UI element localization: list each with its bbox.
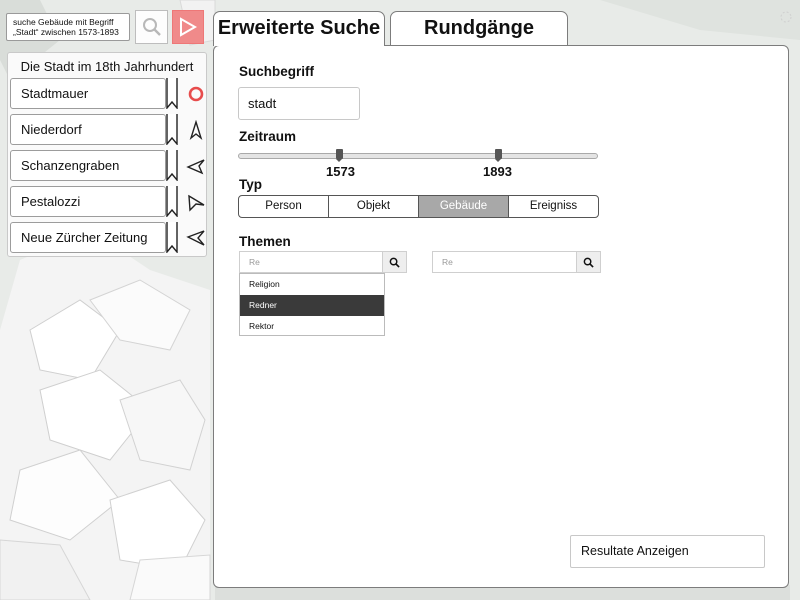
- tab-tours[interactable]: Rundgänge: [390, 11, 568, 46]
- theme-suggestions-dropdown: Religion Redner Rektor: [239, 273, 385, 336]
- tour-item-stadtmauer[interactable]: Stadtmauer: [10, 78, 166, 109]
- time-range-label: Zeitraum: [239, 129, 297, 144]
- locate-icon[interactable]: [778, 9, 794, 25]
- themes-label: Themen: [239, 234, 291, 249]
- bookmark-icon[interactable]: [165, 78, 179, 109]
- search-term-label: Suchbegriff: [239, 64, 315, 79]
- show-results-button[interactable]: Resultate Anzeigen: [570, 535, 765, 568]
- search-icon: [583, 257, 594, 268]
- suggestion-item[interactable]: Rektor: [240, 316, 384, 337]
- start-search-button[interactable]: [172, 10, 204, 44]
- tour-item-pestalozzi[interactable]: Pestalozzi: [10, 186, 166, 217]
- navigation-arrow-left-icon: [186, 230, 205, 246]
- play-icon: [180, 17, 198, 37]
- type-option-objekt[interactable]: Objekt: [329, 196, 419, 217]
- tour-item-label: Stadtmauer: [21, 86, 89, 101]
- type-segmented-control: Person Objekt Gebäude Ereigniss: [238, 195, 599, 218]
- time-range-slider[interactable]: [238, 153, 598, 159]
- search-term-input[interactable]: stadt: [238, 87, 360, 120]
- tour-item-neue-zuercher-zeitung[interactable]: Neue Zürcher Zeitung: [10, 222, 166, 253]
- tour-item-label: Schanzengraben: [21, 158, 120, 173]
- type-option-gebaeude[interactable]: Gebäude: [419, 196, 509, 217]
- tour-item-label: Pestalozzi: [21, 194, 81, 209]
- suggestion-item-selected[interactable]: Redner: [240, 295, 384, 316]
- bookmark-icon[interactable]: [165, 222, 179, 253]
- theme-input-1[interactable]: Re: [239, 251, 385, 273]
- search-query-line-1: suche Gebäude mit Begriff: [13, 17, 114, 27]
- bookmark-icon[interactable]: [165, 114, 179, 145]
- bookmark-icon[interactable]: [165, 186, 179, 217]
- tour-item-schanzengraben[interactable]: Schanzengraben: [10, 150, 166, 181]
- bookmark-icon[interactable]: [165, 150, 179, 181]
- tour-item-label: Niederdorf: [21, 122, 82, 137]
- search-icon: [142, 18, 161, 36]
- tour-list-panel: Die Stadt im 18th Jahrhundert Stadtmauer…: [7, 52, 207, 257]
- theme-search-button-2[interactable]: [576, 251, 601, 273]
- time-range-end-value: 1893: [483, 164, 512, 179]
- search-query-line-2: „Stadt“ zwischen 1573-1893: [13, 27, 119, 37]
- navigation-arrow-left-icon: [188, 194, 205, 212]
- tour-item-niederdorf[interactable]: Niederdorf: [10, 114, 166, 145]
- time-range-start-handle[interactable]: [336, 149, 343, 162]
- type-option-person[interactable]: Person: [239, 196, 329, 217]
- tab-advanced-search[interactable]: Erweiterte Suche: [213, 11, 385, 46]
- record-icon: [188, 86, 204, 102]
- type-label: Typ: [239, 177, 262, 192]
- suggestion-item[interactable]: Religion: [240, 274, 384, 295]
- time-range-start-value: 1573: [326, 164, 355, 179]
- navigation-arrow-left-icon: [186, 159, 205, 175]
- time-range-end-handle[interactable]: [495, 149, 502, 162]
- theme-input-2[interactable]: Re: [432, 251, 600, 273]
- tour-list-title: Die Stadt im 18th Jahrhundert: [20, 59, 194, 74]
- search-button[interactable]: [135, 10, 168, 44]
- search-query-display[interactable]: suche Gebäude mit Begriff „Stadt“ zwisch…: [6, 13, 130, 41]
- tour-item-label: Neue Zürcher Zeitung: [21, 230, 148, 245]
- search-icon: [389, 257, 400, 268]
- navigation-arrow-up-icon: [189, 120, 203, 140]
- theme-search-button-1[interactable]: [382, 251, 407, 273]
- type-option-ereigniss[interactable]: Ereigniss: [509, 196, 598, 217]
